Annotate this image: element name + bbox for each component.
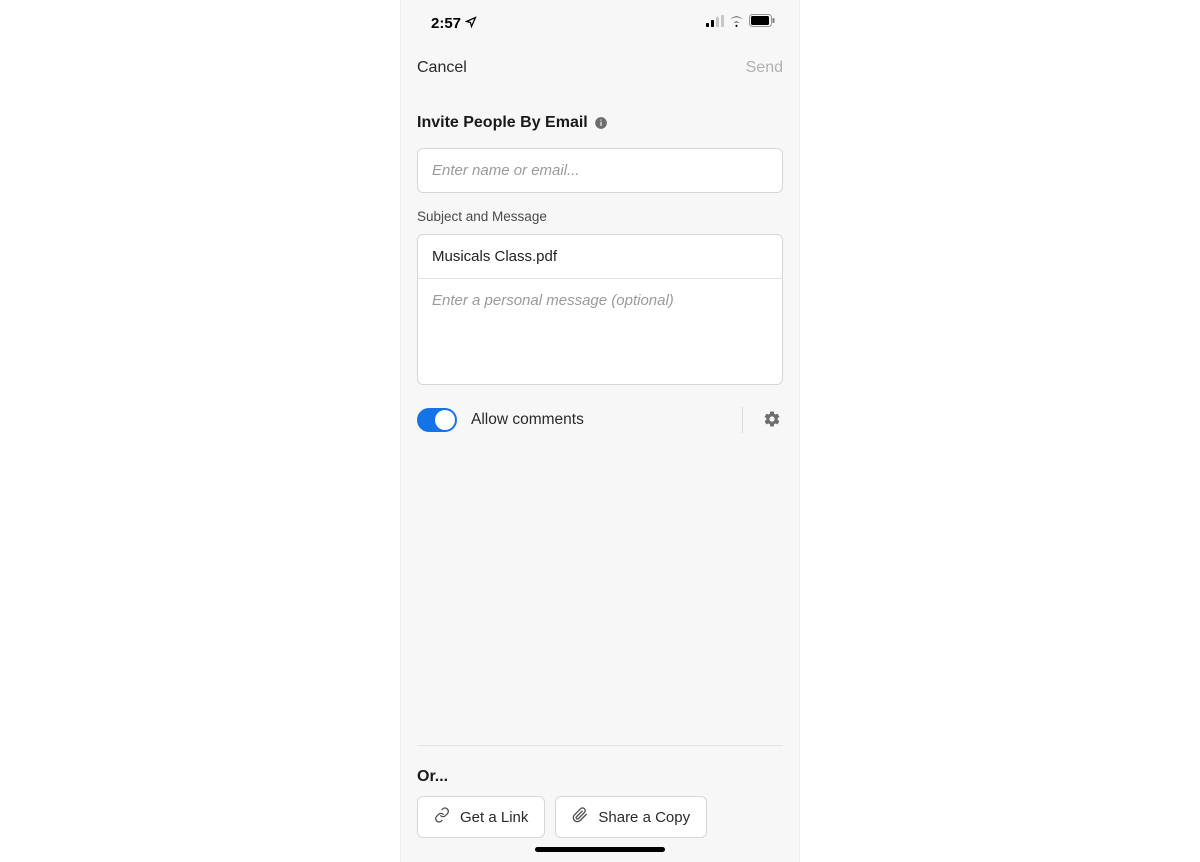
message-input[interactable] [418,279,782,379]
get-link-button[interactable]: Get a Link [417,796,545,838]
toggle-knob [435,410,455,430]
share-copy-label: Share a Copy [598,809,690,826]
get-link-label: Get a Link [460,809,528,826]
paperclip-icon [572,807,588,827]
invite-title: Invite People By Email [417,114,588,132]
location-arrow-icon [465,15,477,32]
allow-comments-row: Allow comments [401,385,799,443]
cancel-button[interactable]: Cancel [417,59,467,77]
subject-message-label: Subject and Message [401,193,799,226]
info-icon[interactable] [594,116,608,130]
gear-icon [763,416,781,431]
home-indicator[interactable] [535,847,665,852]
settings-divider [742,407,783,433]
or-label: Or... [401,746,799,796]
status-bar: 2:57 [401,0,799,46]
nav-bar: Cancel Send [401,46,799,90]
message-group [417,234,783,385]
battery-icon [749,14,775,32]
allow-comments-toggle[interactable] [417,408,457,432]
subject-input[interactable] [418,235,782,279]
email-input[interactable] [418,149,782,192]
status-right-icons [706,14,775,32]
link-icon [434,807,450,827]
share-sheet-screen: 2:57 [400,0,800,862]
allow-comments-label: Allow comments [471,411,728,429]
status-time-text: 2:57 [431,15,461,32]
cellular-signal-icon [706,14,724,32]
share-copy-button[interactable]: Share a Copy [555,796,707,838]
settings-button[interactable] [761,408,783,433]
status-time: 2:57 [431,15,477,32]
send-button[interactable]: Send [746,59,783,77]
email-field-container [417,148,783,193]
flex-spacer [401,443,799,745]
invite-title-row: Invite People By Email [401,90,799,140]
alt-actions-row: Get a Link Share a Copy [401,796,799,862]
wifi-icon [728,14,745,32]
